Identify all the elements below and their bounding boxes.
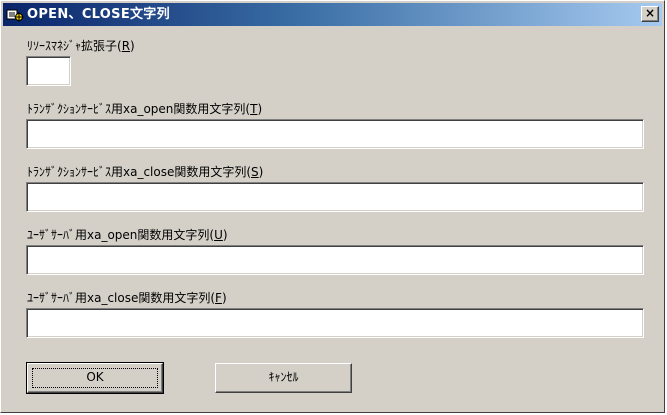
rm-extension-input[interactable] [26,56,71,86]
cancel-button-label: ｷｬﾝｾﾙ [268,370,299,384]
focus-rect [32,368,158,388]
us-xa-open-label: ﾕｰｻﾞｻｰﾊﾞ用xa_open関数用文字列(U) [27,228,228,242]
ts-xa-open-input[interactable] [26,119,644,149]
dialog-window: OPEN、CLOSE文字列 × ﾘｿｰｽﾏﾈｼﾞｬ拡張子(R) ﾄﾗﾝｻﾞｸｼｮ… [0,0,665,413]
title-bar[interactable]: OPEN、CLOSE文字列 × [3,3,662,26]
mnemonic-u: U [214,228,223,242]
ts-xa-close-input[interactable] [26,182,644,212]
us-xa-open-input[interactable] [26,245,644,275]
ts-xa-open-label: ﾄﾗﾝｻﾞｸｼｮﾝｻｰﾋﾞｽ用xa_open関数用文字列(T) [27,102,263,116]
rm-extension-label: ﾘｿｰｽﾏﾈｼﾞｬ拡張子(R) [27,39,135,53]
mnemonic-f: F [215,291,222,305]
ok-button[interactable]: OK [26,362,164,394]
mnemonic-s: S [251,165,259,179]
us-xa-close-label: ﾕｰｻﾞｻｰﾊﾞ用xa_close関数用文字列(F) [27,291,227,305]
app-icon [6,9,24,22]
mnemonic-r: R [121,39,131,53]
cancel-button[interactable]: ｷｬﾝｾﾙ [215,363,352,393]
us-xa-close-input[interactable] [26,308,644,338]
close-icon: × [644,6,656,20]
close-button[interactable]: × [641,6,659,22]
ts-xa-close-label: ﾄﾗﾝｻﾞｸｼｮﾝｻｰﾋﾞｽ用xa_close関数用文字列(S) [27,165,264,179]
window-title: OPEN、CLOSE文字列 [27,7,170,22]
